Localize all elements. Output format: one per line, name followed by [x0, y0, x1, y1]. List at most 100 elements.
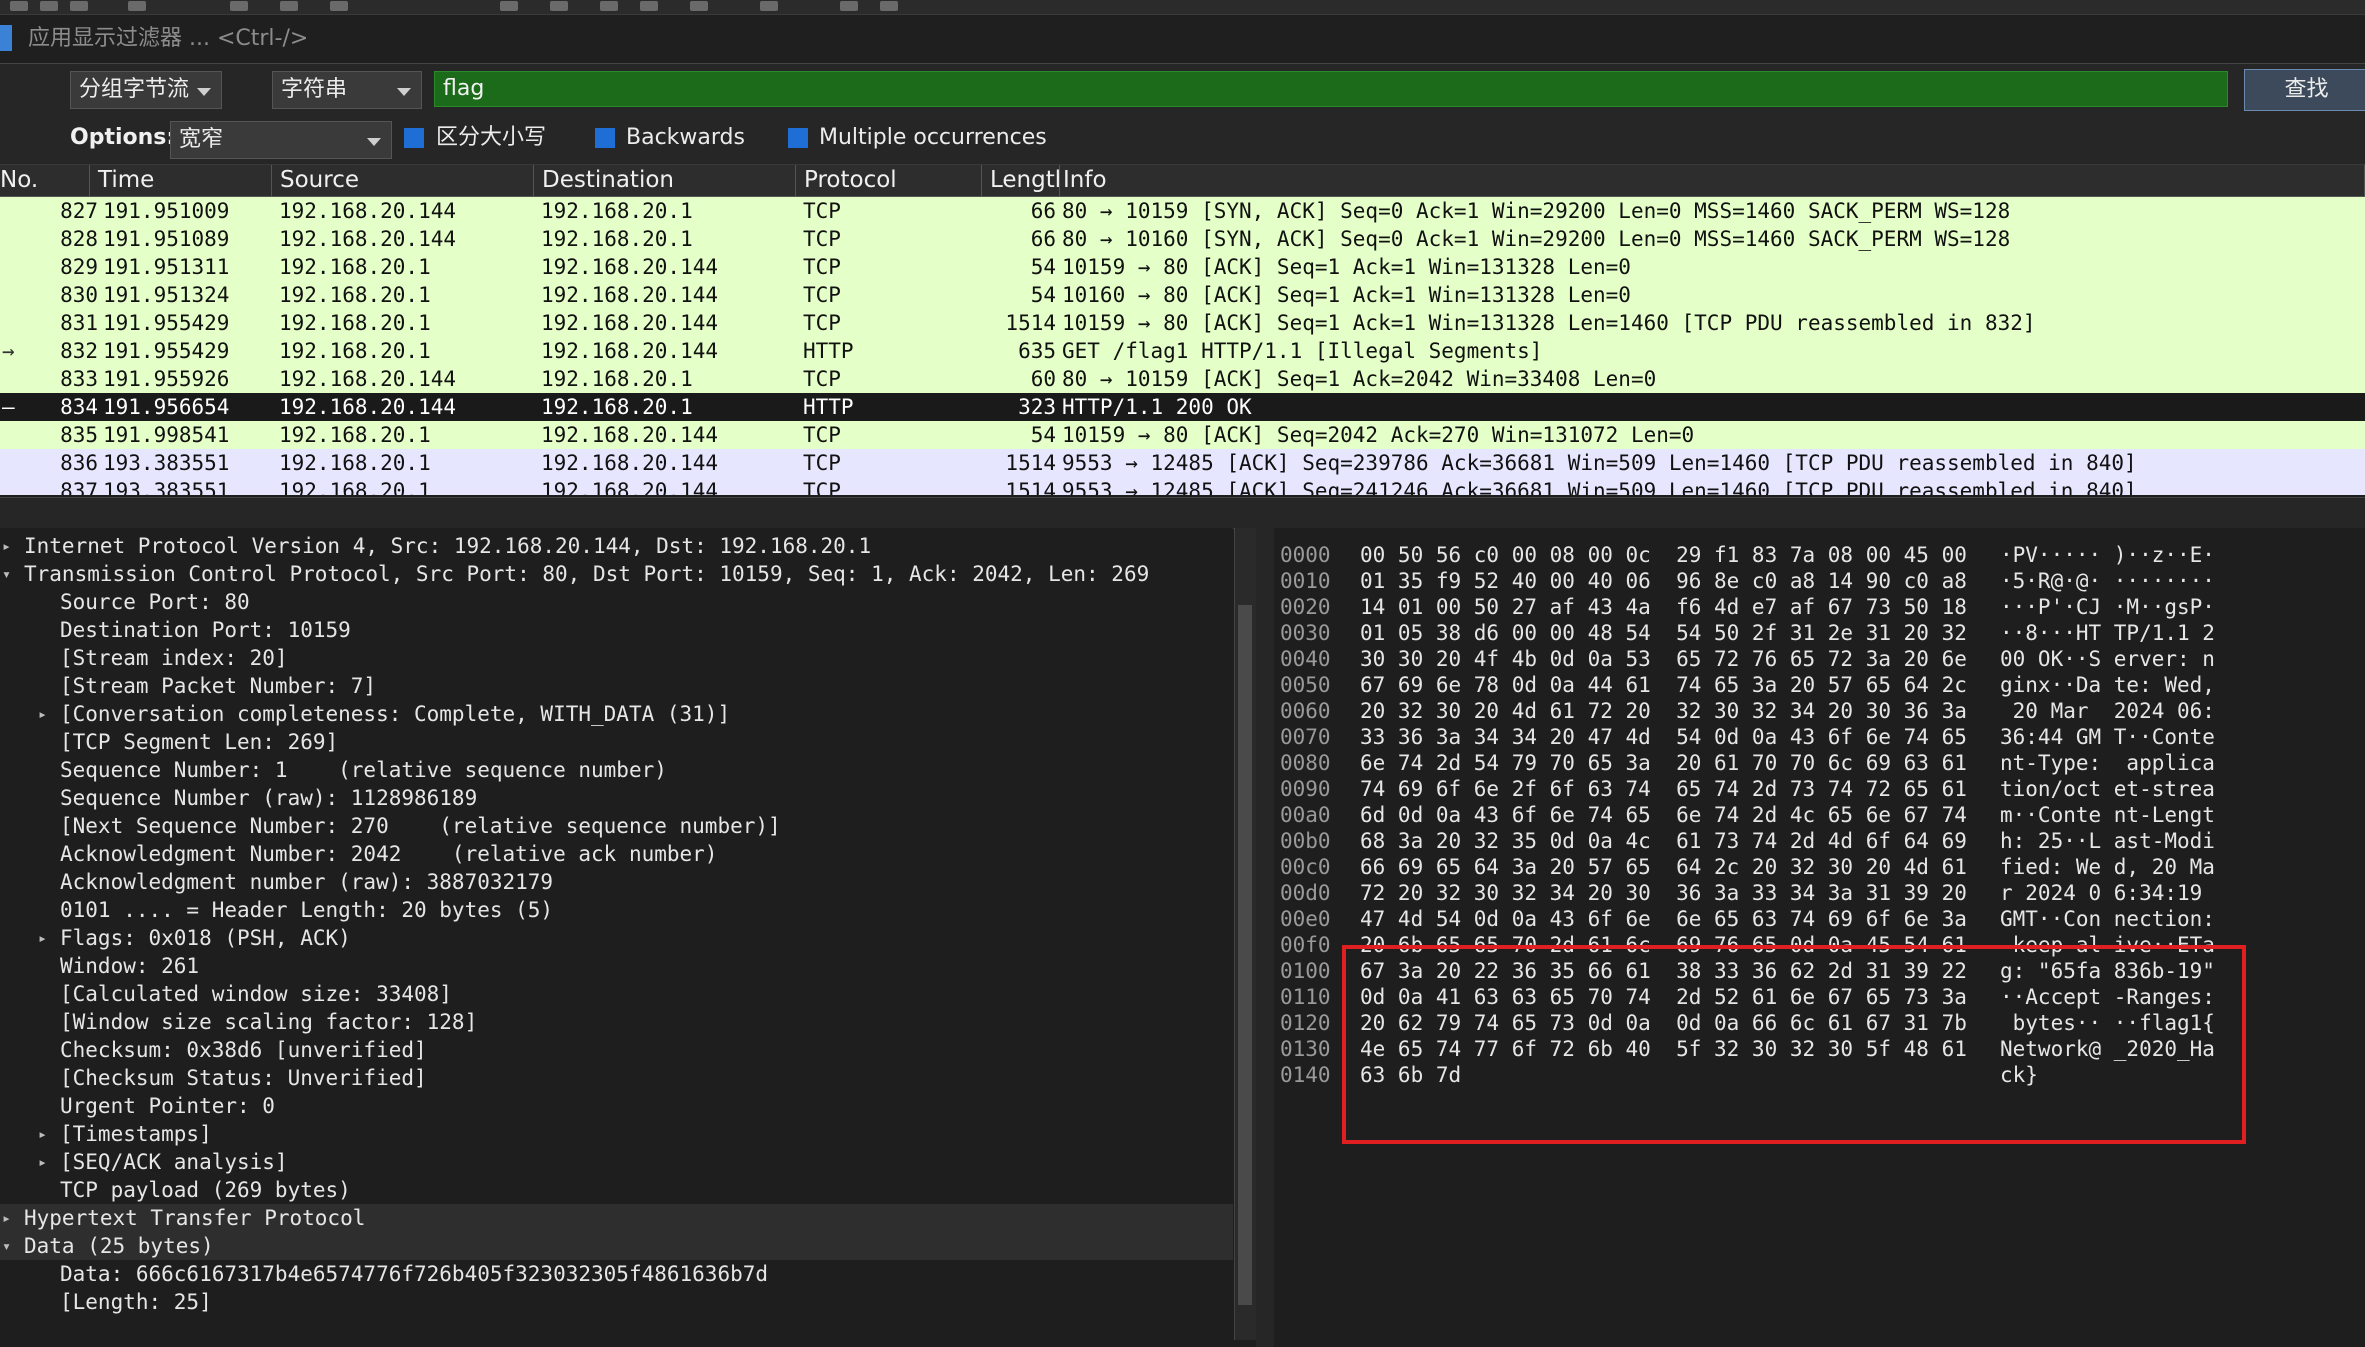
- hex-dump-row[interactable]: 0090 74 69 6f 6e 2f 6f 63 74 65 74 2d 73 …: [1280, 776, 2360, 802]
- hex-dump-row[interactable]: 00d0 72 20 32 30 32 34 20 30 36 3a 33 34 …: [1280, 880, 2360, 906]
- details-tree-item[interactable]: Window: 261: [0, 952, 1233, 980]
- hex-dump-row[interactable]: 00c0 66 69 65 64 3a 20 57 65 64 2c 20 32 …: [1280, 854, 2360, 880]
- toolbar-resize-columns-icon[interactable]: [760, 1, 778, 11]
- packet-row[interactable]: 836 193.383551 192.168.20.1 192.168.20.144 T…: [0, 449, 2365, 477]
- pane-splitter-horizontal[interactable]: [0, 497, 2365, 529]
- column-header-length[interactable]: Length: [982, 165, 1060, 196]
- collapsed-arrow-icon[interactable]: ▸: [38, 1148, 47, 1176]
- details-tree-item[interactable]: [Next Sequence Number: 270 (relative seq…: [0, 812, 1233, 840]
- hex-dump-row[interactable]: 0060 20 32 30 20 4d 61 72 20 32 30 32 34 …: [1280, 698, 2360, 724]
- details-tree-item[interactable]: ▸ [SEQ/ACK analysis]: [0, 1148, 1233, 1176]
- details-tree-item[interactable]: [Length: 25]: [0, 1288, 1233, 1316]
- hex-dump-row[interactable]: 00e0 47 4d 54 0d 0a 43 6f 6e 6e 65 63 74 …: [1280, 906, 2360, 932]
- column-header-info[interactable]: Info: [1055, 165, 2365, 196]
- toolbar-normal-size-icon[interactable]: [690, 1, 708, 11]
- details-tree-item[interactable]: ▸ Flags: 0x018 (PSH, ACK): [0, 924, 1233, 952]
- packet-row[interactable]: 827 191.951009 192.168.20.144 192.168.20.1 T…: [0, 197, 2365, 225]
- column-header-no[interactable]: No.: [0, 165, 90, 196]
- hex-dump-row[interactable]: 0010 01 35 f9 52 40 00 40 06 96 8e c0 a8 …: [1280, 568, 2360, 594]
- column-header-time[interactable]: Time: [90, 165, 272, 196]
- toolbar-reload-icon[interactable]: [128, 1, 146, 11]
- toolbar-open-icon[interactable]: [10, 1, 28, 11]
- expanded-arrow-icon[interactable]: ▾: [2, 1232, 11, 1260]
- details-tree-item[interactable]: [Stream Packet Number: 7]: [0, 672, 1233, 700]
- collapsed-arrow-icon[interactable]: ▸: [38, 1120, 47, 1148]
- pane-splitter-vertical[interactable]: [1256, 528, 1275, 1347]
- details-tree-item[interactable]: [TCP Segment Len: 269]: [0, 728, 1233, 756]
- hex-dump-row[interactable]: 0050 67 69 6e 78 0d 0a 44 61 74 65 3a 20 …: [1280, 672, 2360, 698]
- details-tree-item[interactable]: Data: 666c6167317b4e6574776f726b405f3230…: [0, 1260, 1233, 1288]
- toolbar-zoom-out-icon[interactable]: [640, 1, 658, 11]
- details-tree-item[interactable]: Acknowledgment number (raw): 3887032179: [0, 868, 1233, 896]
- details-tree-item[interactable]: Sequence Number: 1 (relative sequence nu…: [0, 756, 1233, 784]
- multiple-occurrences-checkbox[interactable]: [788, 128, 808, 148]
- details-tree-item[interactable]: Urgent Pointer: 0: [0, 1092, 1233, 1120]
- toolbar-back-icon[interactable]: [280, 1, 298, 11]
- collapsed-arrow-icon[interactable]: ▸: [38, 700, 47, 728]
- packet-cell-src: 192.168.20.144: [279, 227, 457, 251]
- hex-dump-row[interactable]: 0030 01 05 38 d6 00 00 48 54 54 50 2f 31 …: [1280, 620, 2360, 646]
- search-type-select[interactable]: 字符串: [272, 71, 422, 109]
- hex-dump-row[interactable]: 0000 00 50 56 c0 00 08 00 0c 29 f1 83 7a …: [1280, 542, 2360, 568]
- toolbar-find-icon[interactable]: [230, 1, 248, 11]
- filter-bookmark-icon[interactable]: [0, 25, 12, 51]
- details-tree-item[interactable]: Destination Port: 10159: [0, 616, 1233, 644]
- expanded-arrow-icon[interactable]: ▾: [2, 560, 11, 588]
- packet-cell-proto: TCP: [803, 227, 841, 251]
- packet-row[interactable]: 837 193.383551 192.168.20.1 192.168.20.144 T…: [0, 477, 2365, 495]
- toolbar-expand-icon[interactable]: [840, 1, 858, 11]
- collapsed-arrow-icon[interactable]: ▸: [2, 1204, 11, 1232]
- column-header-source[interactable]: Source: [272, 165, 534, 196]
- collapsed-arrow-icon[interactable]: ▸: [2, 532, 11, 560]
- toolbar-collapse-icon[interactable]: [880, 1, 898, 11]
- packet-row[interactable]: 831 191.955429 192.168.20.1 192.168.20.144 T…: [0, 309, 2365, 337]
- packet-row[interactable]: 830 191.951324 192.168.20.1 192.168.20.144 T…: [0, 281, 2365, 309]
- details-tree-item[interactable]: ▸ Internet Protocol Version 4, Src: 192.1…: [0, 532, 1233, 560]
- hex-dump-row[interactable]: 00a0 6d 0d 0a 43 6f 6e 74 65 6e 74 2d 4c …: [1280, 802, 2360, 828]
- packet-row[interactable]: 828 191.951089 192.168.20.144 192.168.20.1 T…: [0, 225, 2365, 253]
- details-tree-item[interactable]: ▾ Data (25 bytes): [0, 1232, 1233, 1260]
- details-tree-item[interactable]: ▾ Transmission Control Protocol, Src Port…: [0, 560, 1233, 588]
- search-input[interactable]: flag: [434, 71, 2228, 107]
- hex-dump-row[interactable]: 0080 6e 74 2d 54 79 70 65 3a 20 61 70 70 …: [1280, 750, 2360, 776]
- details-tree-item[interactable]: Acknowledgment Number: 2042 (relative ac…: [0, 840, 1233, 868]
- details-tree-item[interactable]: ▸ Hypertext Transfer Protocol: [0, 1204, 1233, 1232]
- details-tree-item[interactable]: TCP payload (269 bytes): [0, 1176, 1233, 1204]
- column-header-protocol[interactable]: Protocol: [796, 165, 982, 196]
- details-tree-item[interactable]: Checksum: 0x38d6 [unverified]: [0, 1036, 1233, 1064]
- toolbar-zoom-in-icon[interactable]: [600, 1, 618, 11]
- hex-dump-row[interactable]: 0020 14 01 00 50 27 af 43 4a f6 4d e7 af …: [1280, 594, 2360, 620]
- packet-row[interactable]: 835 191.998541 192.168.20.1 192.168.20.144 T…: [0, 421, 2365, 449]
- case-sensitive-checkbox[interactable]: [404, 128, 424, 148]
- details-tree-item[interactable]: [Stream index: 20]: [0, 644, 1233, 672]
- details-scrollbar-thumb[interactable]: [1238, 605, 1252, 1305]
- packet-row[interactable]: → 832 191.955429 192.168.20.1 192.168.20.144…: [0, 337, 2365, 365]
- collapsed-arrow-icon[interactable]: ▸: [38, 924, 47, 952]
- details-tree-item[interactable]: Sequence Number (raw): 1128986189: [0, 784, 1233, 812]
- hex-dump-row[interactable]: 00b0 68 3a 20 32 35 0d 0a 4c 61 73 74 2d …: [1280, 828, 2360, 854]
- toolbar-close-icon[interactable]: [70, 1, 88, 11]
- details-tree-item[interactable]: Source Port: 80: [0, 588, 1233, 616]
- toolbar-autoscroll-icon[interactable]: [550, 1, 568, 11]
- details-tree-item[interactable]: [Calculated window size: 33408]: [0, 980, 1233, 1008]
- packet-cell-dst: 192.168.20.144: [541, 339, 719, 363]
- search-scope-select[interactable]: 分组字节流: [70, 71, 222, 109]
- packet-row[interactable]: 829 191.951311 192.168.20.1 192.168.20.144 T…: [0, 253, 2365, 281]
- packet-row[interactable]: — 834 191.956654 192.168.20.144 192.168.20.1…: [0, 393, 2365, 421]
- toolbar-colorize-icon[interactable]: [500, 1, 518, 11]
- display-filter-input[interactable]: 应用显示过滤器 ... <Ctrl-/>: [18, 21, 2348, 57]
- hex-dump-row[interactable]: 0040 30 30 20 4f 4b 0d 0a 53 65 72 76 65 …: [1280, 646, 2360, 672]
- details-tree-item[interactable]: [Checksum Status: Unverified]: [0, 1064, 1233, 1092]
- backwards-checkbox[interactable]: [595, 128, 615, 148]
- find-button[interactable]: 查找: [2244, 69, 2365, 111]
- toolbar-save-icon[interactable]: [40, 1, 58, 11]
- details-tree-item[interactable]: ▸ [Timestamps]: [0, 1120, 1233, 1148]
- toolbar-forward-icon[interactable]: [330, 1, 348, 11]
- charset-select[interactable]: 宽窄: [170, 121, 392, 159]
- details-tree-item[interactable]: ▸ [Conversation completeness: Complete, W…: [0, 700, 1233, 728]
- column-header-destination[interactable]: Destination: [534, 165, 796, 196]
- hex-dump-row[interactable]: 0070 33 36 3a 34 34 20 47 4d 54 0d 0a 43 …: [1280, 724, 2360, 750]
- details-tree-item[interactable]: [Window size scaling factor: 128]: [0, 1008, 1233, 1036]
- packet-row[interactable]: 833 191.955926 192.168.20.144 192.168.20.1 T…: [0, 365, 2365, 393]
- details-tree-item[interactable]: 0101 .... = Header Length: 20 bytes (5): [0, 896, 1233, 924]
